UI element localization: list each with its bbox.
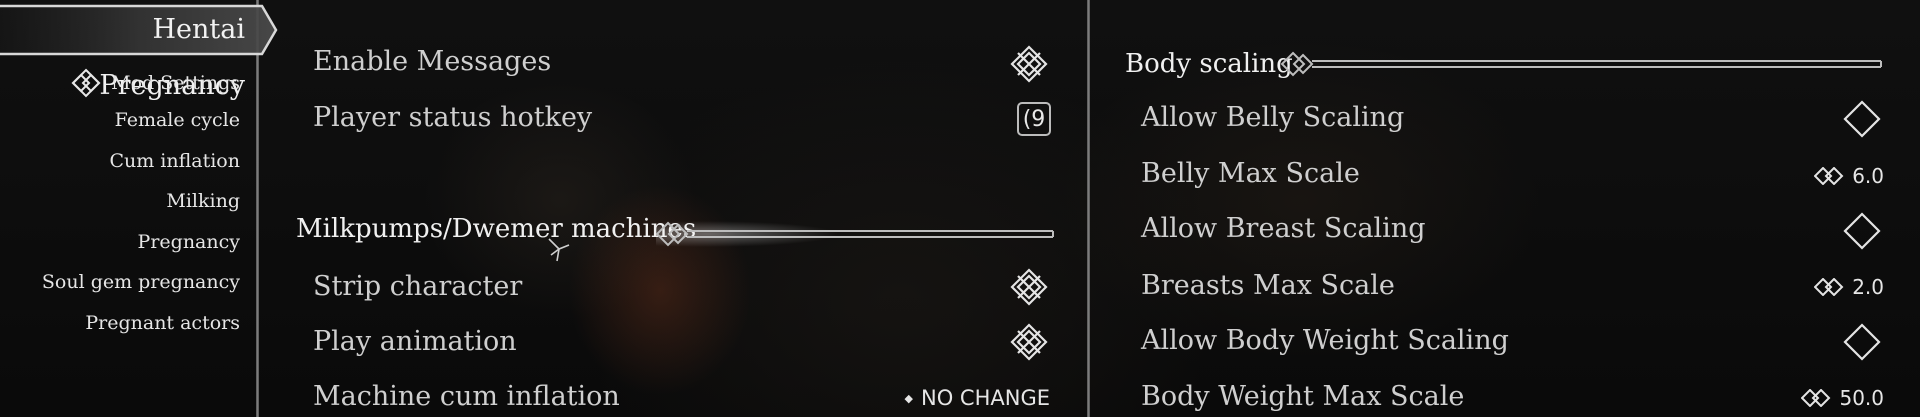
allow-belly-scaling-checkbox[interactable] [1840, 99, 1882, 139]
sidebar-item-soul-gem-pregnancy[interactable]: Soul gem pregnancy [42, 271, 240, 293]
unchecked-diamond-icon [1843, 323, 1881, 361]
mod-title-tab[interactable]: Hentai Pregnancy [0, 2, 278, 101]
option-allow-belly-scaling-label: Allow Belly Scaling [1141, 102, 1405, 133]
sidebar-item-label: Mod Settings [111, 72, 240, 94]
hotkey-keycap: (9 [1017, 102, 1051, 136]
sidebar-item-cum-inflation[interactable]: Cum inflation [109, 150, 240, 172]
checked-knot-icon [1010, 323, 1048, 361]
sidebar-item-label: Pregnancy [137, 231, 240, 253]
sidebar-item-label: Milking [166, 190, 240, 212]
section-header-body-scaling: Body scaling [1125, 49, 1293, 79]
body-weight-max-scale-slider[interactable]: 50.0 [1780, 384, 1884, 412]
option-breasts-max-scale-label: Breasts Max Scale [1141, 270, 1395, 301]
sidebar-item-label: Pregnant actors [85, 312, 240, 334]
unchecked-diamond-icon [1843, 100, 1881, 138]
sidebar-item-pregnancy[interactable]: Pregnancy [138, 231, 240, 253]
strip-character-checkbox[interactable] [1005, 267, 1049, 307]
machine-cum-inflation-menu[interactable]: ◆ NO CHANGE [880, 383, 1050, 413]
sidebar-item-label: Soul gem pregnancy [41, 271, 240, 293]
belly-max-scale-slider[interactable]: 6.0 [1790, 162, 1884, 190]
breasts-max-scale-slider[interactable]: 2.0 [1790, 273, 1884, 301]
enable-messages-checkbox[interactable] [1005, 44, 1049, 84]
column-divider [1087, 0, 1090, 417]
sidebar-item-female-cycle[interactable]: Female cycle [115, 109, 240, 131]
option-body-weight-max-scale-label: Body Weight Max Scale [1141, 381, 1465, 412]
menu-diamond-icon: ◆ [904, 391, 914, 405]
sidebar-item-label: Female cycle [114, 109, 240, 131]
sidebar-divider [256, 0, 259, 417]
sidebar-item-pregnant-actors[interactable]: Pregnant actors [85, 312, 240, 334]
option-allow-breast-scaling-label: Allow Breast Scaling [1141, 213, 1426, 244]
option-play-animation-label: Play animation [313, 326, 517, 357]
sidebar-item-label: Cum inflation [109, 150, 240, 172]
header-ornament-line [656, 221, 1054, 247]
slider-value: 50.0 [1839, 386, 1884, 410]
allow-body-weight-scaling-checkbox[interactable] [1840, 322, 1882, 362]
allow-breast-scaling-checkbox[interactable] [1840, 211, 1882, 251]
header-ornament-line [1281, 51, 1882, 77]
slider-knot-icon [1801, 389, 1831, 407]
mod-title: Hentai Pregnancy [99, 14, 245, 101]
option-strip-character-label: Strip character [313, 271, 523, 302]
unchecked-diamond-icon [1843, 212, 1881, 250]
checked-knot-icon [1010, 45, 1048, 83]
game-background: Hentai Pregnancy Mod Settings Female cyc… [0, 0, 1920, 417]
option-allow-body-weight-scaling-label: Allow Body Weight Scaling [1141, 325, 1509, 356]
option-player-status-hotkey-label: Player status hotkey [313, 102, 593, 133]
sidebar-item-mod-settings[interactable]: Mod Settings [71, 68, 240, 98]
checked-knot-icon [1010, 268, 1048, 306]
menu-value: NO CHANGE [921, 386, 1050, 410]
player-status-hotkey-button[interactable]: (9 [1009, 101, 1051, 137]
diamond-knot-icon [71, 68, 101, 98]
sidebar-item-milking[interactable]: Milking [166, 190, 240, 212]
section-header-milkpumps: Milkpumps/Dwemer machines [296, 214, 697, 244]
slider-value: 6.0 [1852, 164, 1884, 188]
option-machine-cum-inflation-label: Machine cum inflation [313, 381, 620, 412]
slider-value: 2.0 [1852, 275, 1884, 299]
slider-knot-icon [1814, 167, 1844, 185]
slider-knot-icon [1814, 278, 1844, 296]
cursor-icon [548, 238, 570, 262]
play-animation-checkbox[interactable] [1005, 322, 1049, 362]
option-belly-max-scale-label: Belly Max Scale [1141, 158, 1360, 189]
option-enable-messages-label: Enable Messages [313, 46, 552, 77]
